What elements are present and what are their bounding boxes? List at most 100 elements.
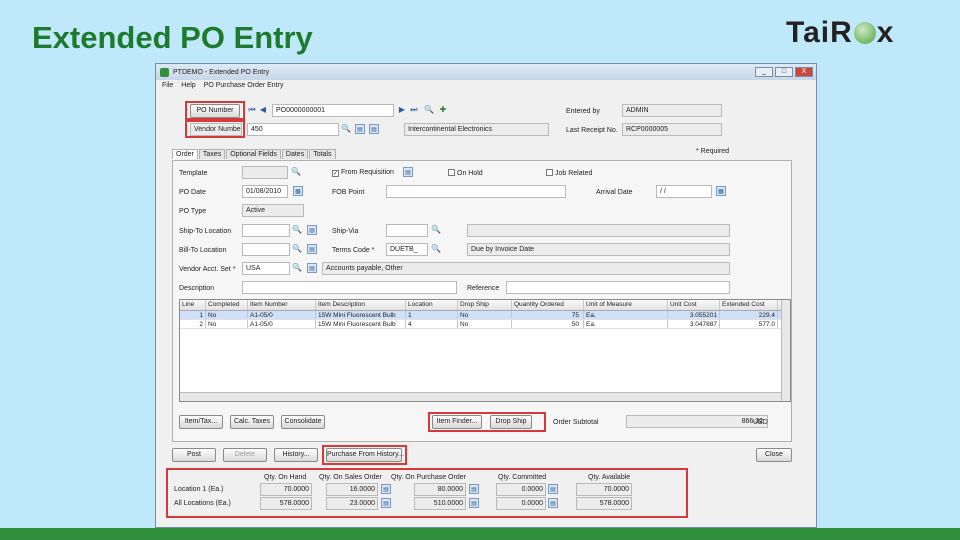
tairox-logo: TaiR x — [786, 16, 895, 49]
ship-via-finder-icon[interactable]: 🔍 — [431, 225, 441, 235]
detail-grid[interactable]: Line Completed Item Number Item Descript… — [179, 299, 791, 402]
consolidate-button[interactable]: Consolidate — [281, 415, 325, 429]
next-record-icon[interactable]: ▶ — [397, 105, 407, 115]
ship-to-zoom-icon[interactable]: ▤ — [307, 225, 317, 235]
ship-to-label: Ship-To Location — [179, 228, 232, 235]
arrival-calendar-icon[interactable]: ▦ — [716, 186, 726, 196]
col-unit-cost[interactable]: Unit Cost — [668, 300, 720, 310]
all-po-zoom-icon[interactable]: ▤ — [469, 498, 479, 508]
acct-set-zoom-icon[interactable]: ▤ — [307, 263, 317, 273]
app-icon — [160, 67, 169, 77]
horizontal-scrollbar[interactable] — [180, 392, 781, 401]
post-button[interactable]: Post — [172, 448, 216, 462]
job-related-checkbox[interactable]: Job Related — [546, 169, 592, 177]
bill-to-finder-icon[interactable]: 🔍 — [292, 244, 302, 254]
vendor-zoom-icon[interactable]: ▤ — [355, 124, 365, 134]
col-item-number[interactable]: Item Number — [248, 300, 316, 310]
template-label: Template — [179, 170, 208, 177]
col-unit-of-measure[interactable]: Unit of Measure — [584, 300, 668, 310]
from-requisition-checkbox[interactable]: ✓ From Requisition — [332, 169, 394, 177]
prev-record-icon[interactable]: ◀ — [258, 105, 268, 115]
po-date-field[interactable]: 01/08/2010 — [242, 185, 288, 198]
all-so-zoom-icon[interactable]: ▤ — [381, 498, 391, 508]
menu-help[interactable]: Help — [181, 82, 195, 89]
table-row[interactable]: 2 No A1-05/0 15W Mini Fluorescent Bulb 4… — [180, 320, 790, 329]
loc1-on-purchase-order: 80.0000 — [414, 483, 466, 496]
ship-via-label: Ship-Via — [332, 228, 359, 235]
required-note: * Required — [696, 148, 730, 155]
description-field[interactable] — [242, 281, 457, 294]
col-location[interactable]: Location — [406, 300, 458, 310]
menu-po-entry[interactable]: PO Purchase Order Entry — [204, 82, 284, 89]
entered-by-field: ADMIN — [622, 104, 722, 117]
po-type-field: Active — [242, 204, 304, 217]
menu-bar: File Help PO Purchase Order Entry — [156, 80, 816, 91]
tab-totals[interactable]: Totals — [309, 149, 336, 159]
vertical-scrollbar[interactable] — [781, 300, 790, 401]
ship-to-finder-icon[interactable]: 🔍 — [292, 225, 302, 235]
calc-taxes-button[interactable]: Calc. Taxes — [230, 415, 274, 429]
loc1-po-zoom-icon[interactable]: ▤ — [469, 484, 479, 494]
fob-point-field[interactable] — [386, 185, 566, 198]
last-record-icon[interactable]: ⏭ — [409, 105, 419, 115]
acct-set-finder-icon[interactable]: 🔍 — [292, 263, 302, 273]
close-button[interactable]: Close — [756, 448, 792, 462]
window-title: PTDEMO - Extended PO Entry — [173, 68, 270, 76]
tab-optional-fields[interactable]: Optional Fields — [226, 149, 281, 159]
maximize-button[interactable]: □ — [775, 67, 793, 77]
bill-to-field[interactable] — [242, 243, 290, 256]
reference-field[interactable] — [506, 281, 730, 294]
template-finder-icon[interactable]: 🔍 — [291, 167, 301, 177]
all-committed-zoom-icon[interactable]: ▤ — [548, 498, 558, 508]
requisition-zoom-icon[interactable]: ▤ — [403, 167, 413, 177]
vendor-finder-icon[interactable]: 🔍 — [341, 124, 351, 134]
col-quantity-ordered[interactable]: Quantity Ordered — [512, 300, 584, 310]
template-field[interactable] — [242, 166, 288, 179]
tab-taxes[interactable]: Taxes — [198, 149, 226, 159]
close-window-button[interactable]: X — [795, 67, 813, 77]
highlight-po-number — [185, 101, 245, 120]
finder-icon[interactable]: 🔍 — [424, 105, 434, 115]
arrival-date-field[interactable]: / / — [656, 185, 712, 198]
col-item-description[interactable]: Item Description — [316, 300, 406, 310]
po-number-field[interactable]: PO0000000001 — [272, 104, 394, 117]
on-hold-checkbox[interactable]: On Hold — [448, 169, 483, 177]
loc1-committed: 0.0000 — [496, 483, 546, 496]
col-completed[interactable]: Completed — [206, 300, 248, 310]
bill-to-zoom-icon[interactable]: ▤ — [307, 244, 317, 254]
terms-code-field[interactable]: DUETB_ — [386, 243, 428, 256]
all-committed: 0.0000 — [496, 497, 546, 510]
new-document-icon[interactable]: ✚ — [438, 105, 448, 115]
bill-to-label: Bill-To Location — [179, 247, 227, 254]
col-line[interactable]: Line — [180, 300, 206, 310]
ship-via-field[interactable] — [386, 224, 428, 237]
history-button[interactable]: History... — [274, 448, 318, 462]
description-label: Description — [179, 285, 215, 292]
vendor-name-field: Intercontinental Electronics — [404, 123, 549, 136]
all-on-sales-order: 23.0000 — [326, 497, 378, 510]
calendar-icon[interactable]: ▦ — [293, 186, 303, 196]
tab-dates[interactable]: Dates — [281, 149, 309, 159]
globe-icon — [853, 22, 876, 44]
col-extended-cost[interactable]: Extended Cost — [720, 300, 778, 310]
ship-to-field[interactable] — [242, 224, 290, 237]
tab-order[interactable]: Order — [172, 149, 198, 159]
loc1-on-sales-order: 16.0000 — [326, 483, 378, 496]
vendor-acct-set-label: Vendor Acct. Set * — [179, 266, 236, 273]
loc1-committed-zoom-icon[interactable]: ▤ — [548, 484, 558, 494]
window-titlebar: PTDEMO - Extended PO Entry _ □ X — [156, 64, 816, 80]
item-tax-button[interactable]: Item/Tax... — [179, 415, 223, 429]
menu-file[interactable]: File — [162, 82, 173, 89]
delete-button[interactable]: Delete — [223, 448, 267, 462]
minimize-button[interactable]: _ — [755, 67, 773, 77]
first-record-icon[interactable]: ⏮ — [247, 105, 257, 115]
loc1-so-zoom-icon[interactable]: ▤ — [381, 484, 391, 494]
terms-finder-icon[interactable]: 🔍 — [431, 244, 441, 254]
table-row[interactable]: 1 No A1-05/0 15W Mini Fluorescent Bulb 1… — [180, 311, 790, 320]
vendor-number-field[interactable]: 450 — [247, 123, 339, 136]
col-drop-ship[interactable]: Drop Ship — [458, 300, 512, 310]
loc1-on-hand: 70.0000 — [260, 483, 312, 496]
vendor-info-icon[interactable]: ▤ — [369, 124, 379, 134]
arrival-date-label: Arrival Date — [596, 189, 633, 196]
vendor-acct-set-field[interactable]: USA — [242, 262, 290, 275]
